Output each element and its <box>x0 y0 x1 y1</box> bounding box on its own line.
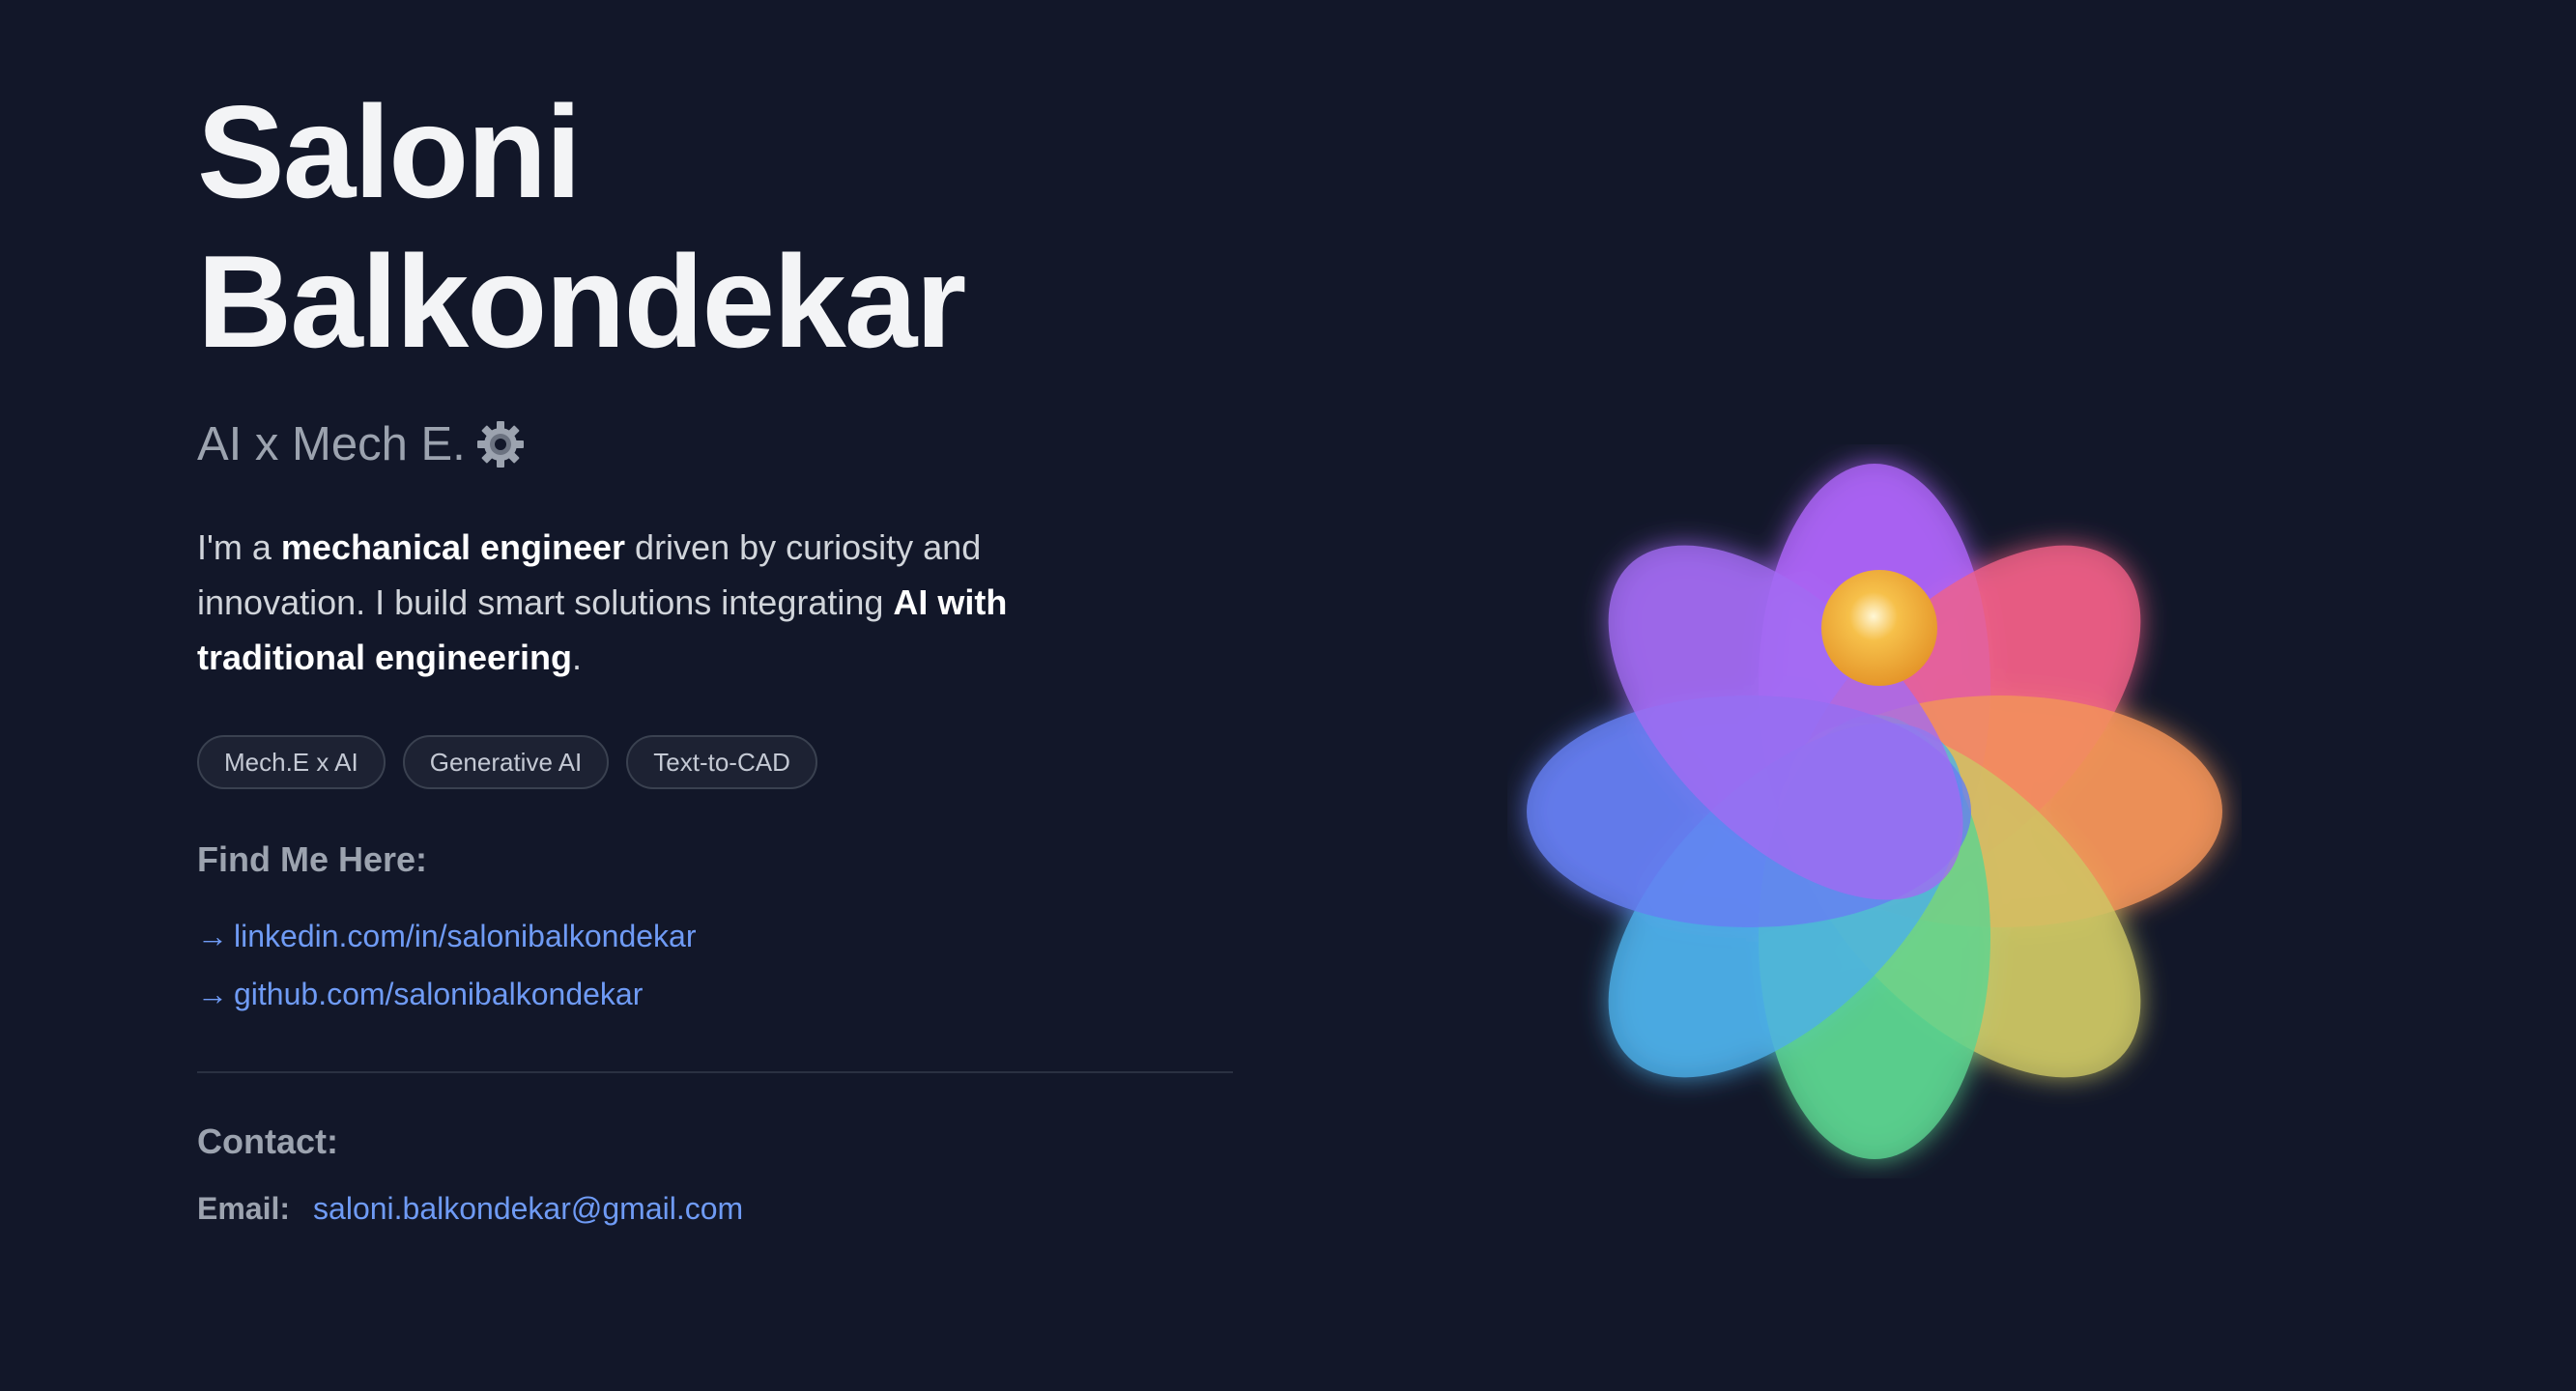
tag-text-to-cad: Text-to-CAD <box>626 735 817 789</box>
email-row: Email: saloni.balkondekar@gmail.com <box>197 1191 1233 1227</box>
name-last: Balkondekar <box>197 228 966 375</box>
bio-paragraph: I'm a mechanical engineer driven by curi… <box>197 520 1067 685</box>
github-link[interactable]: → github.com/salonibalkondekar <box>197 965 1233 1023</box>
linkedin-link-text[interactable]: linkedin.com/in/salonibalkondekar <box>234 907 697 965</box>
flower-illustration <box>1527 464 2222 1159</box>
find-me-heading: Find Me Here: <box>197 839 428 879</box>
bio-text-1: I'm a <box>197 527 281 567</box>
subtitle-text: AI x Mech E. <box>197 418 466 470</box>
gear-icon <box>476 421 524 468</box>
email-label: Email: <box>197 1191 291 1226</box>
arrow-right-icon: → <box>197 919 228 953</box>
tag-list: Mech.E x AI Generative AI Text-to-CAD <box>197 735 1233 789</box>
contact-heading: Contact: <box>197 1121 338 1161</box>
social-links: → linkedin.com/in/salonibalkondekar → gi… <box>197 907 1233 1023</box>
subtitle: AI x Mech E. <box>197 415 1233 473</box>
github-link-text[interactable]: github.com/salonibalkondekar <box>234 965 643 1023</box>
bio-text-3: . <box>572 638 583 677</box>
tag-mech-ai: Mech.E x AI <box>197 735 386 789</box>
divider <box>197 1071 1233 1073</box>
profile-panel: Saloni Balkondekar AI x Mech E. I'm a me… <box>197 77 1233 1227</box>
arrow-right-icon: → <box>197 977 228 1011</box>
page-title: Saloni Balkondekar <box>197 77 1233 377</box>
tag-generative-ai: Generative AI <box>402 735 610 789</box>
linkedin-link[interactable]: → linkedin.com/in/salonibalkondekar <box>197 907 1233 965</box>
name-first: Saloni <box>197 78 582 225</box>
sun-orb <box>1821 570 1937 686</box>
email-link[interactable]: saloni.balkondekar@gmail.com <box>313 1191 743 1227</box>
bio-highlight-role: mechanical engineer <box>280 527 626 567</box>
